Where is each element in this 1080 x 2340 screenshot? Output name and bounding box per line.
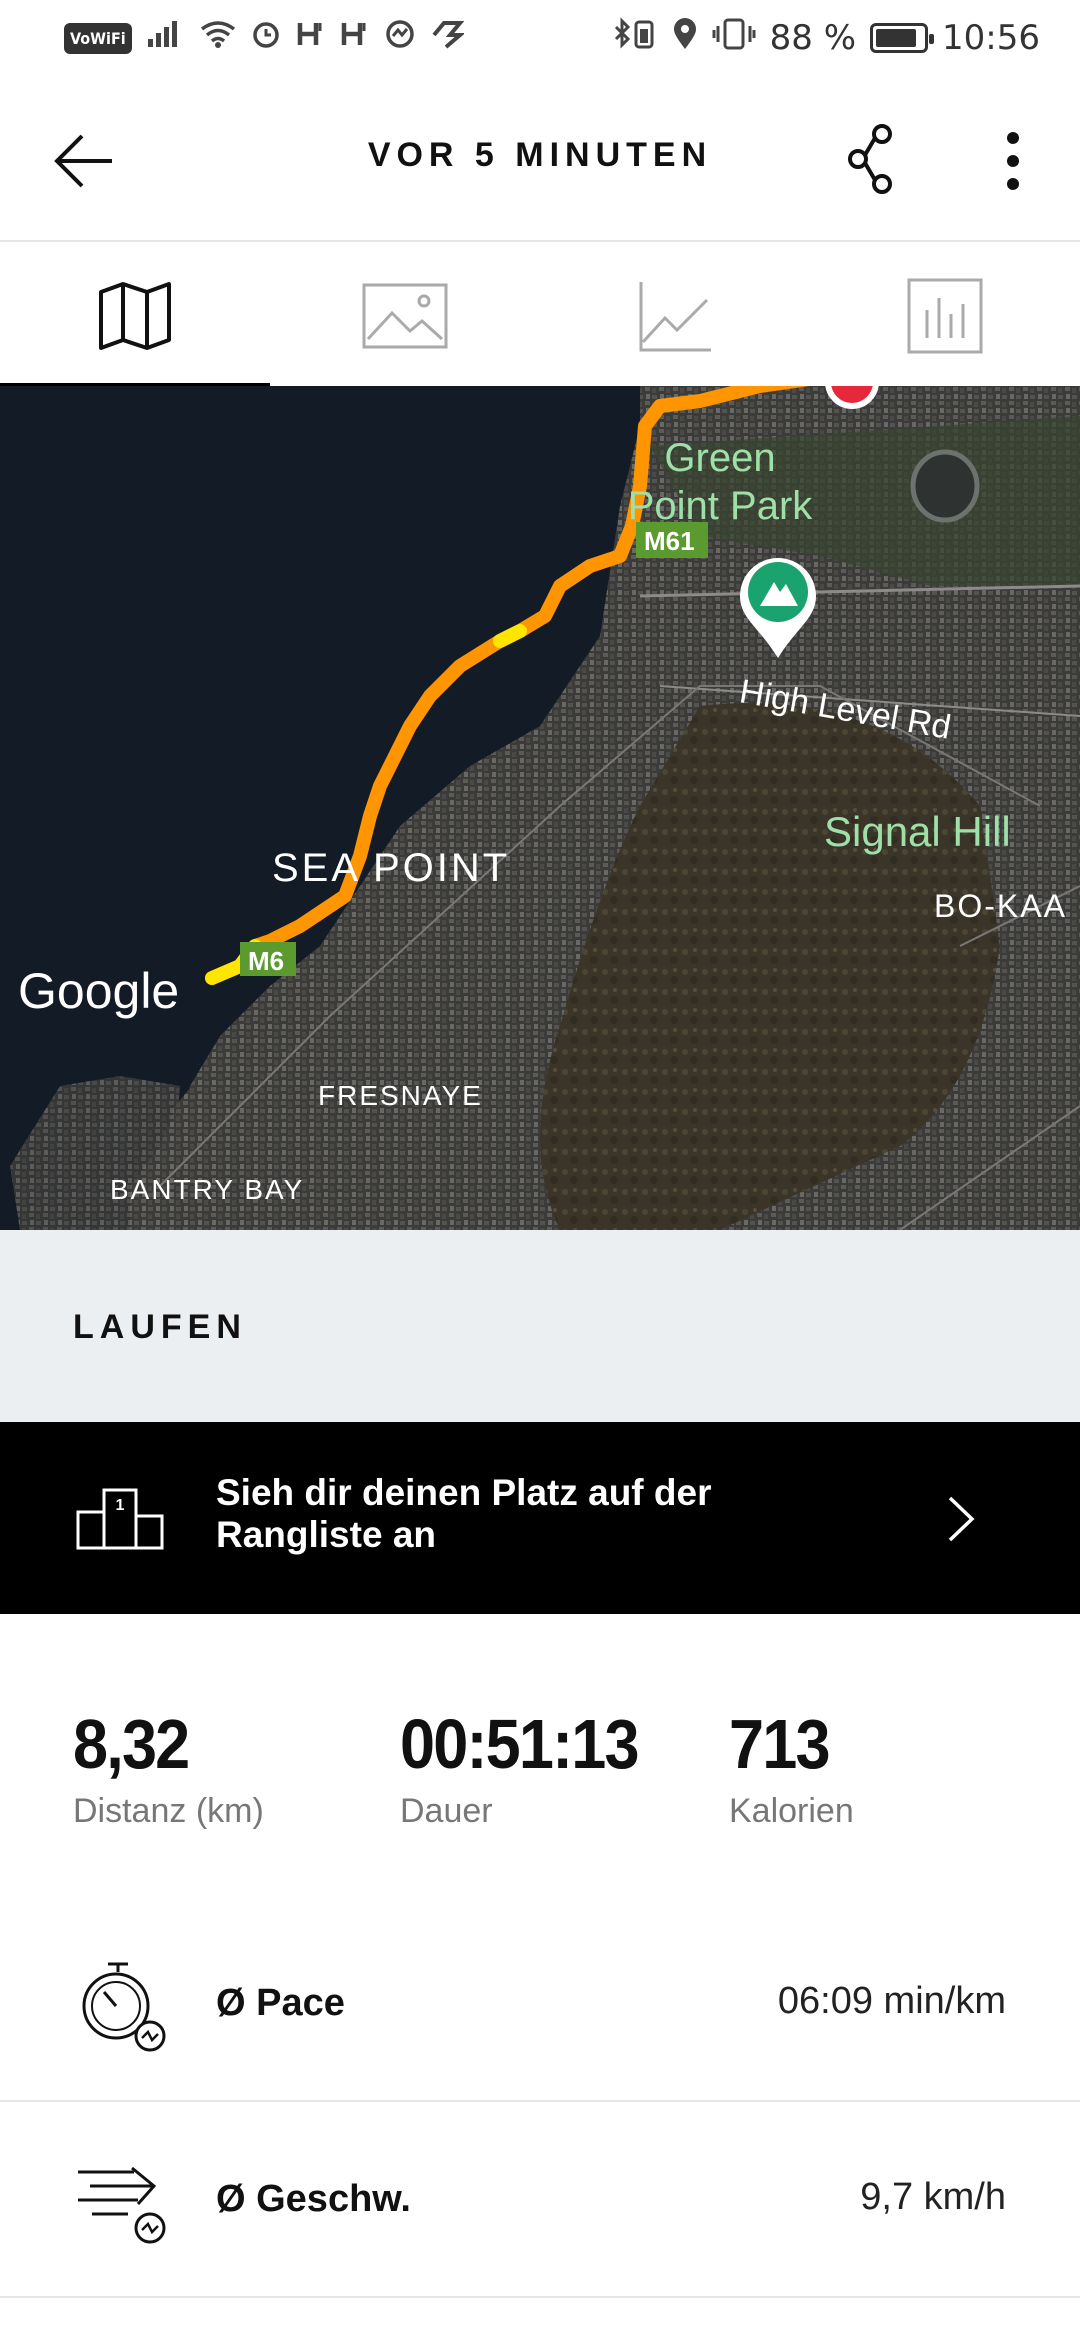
app-bar: VOR 5 MINUTEN <box>0 76 1080 242</box>
stat-duration-value: 00:51:13 <box>400 1705 640 1783</box>
stat-distance: 8,32 Distanz (km) <box>73 1704 264 1831</box>
stopwatch-pace-icon <box>82 1962 166 2052</box>
activity-type-label: LAUFEN <box>73 1308 247 1346</box>
stat-duration-label: Dauer <box>400 1792 493 1830</box>
map-label-green-line2: Point Park <box>627 484 813 528</box>
leaderboard-text: Sieh dir deinen Platz auf der Rangliste … <box>216 1472 712 1555</box>
activity-type-header: LAUFEN <box>0 1230 1080 1422</box>
tab-map[interactable] <box>0 244 270 388</box>
map-label-m61: M61 <box>644 526 695 556</box>
app-notification-icon <box>384 18 416 58</box>
chevron-right-icon <box>948 1496 975 1542</box>
stat-duration: 00:51:13 Dauer <box>400 1704 664 1831</box>
map-icon <box>99 282 171 350</box>
map-label-green-point-park: Green Point Park <box>620 434 820 530</box>
status-bar-right: 88 % 10:56 <box>612 16 1040 60</box>
battery-fill <box>876 29 917 47</box>
map-label-bo-kaap: BO-KAA <box>934 888 1067 924</box>
metric-row-speed[interactable]: Ø Geschw. 9,7 km/h <box>0 2102 1080 2298</box>
metric-pace-label: Ø Pace <box>216 1982 345 2024</box>
image-icon <box>362 283 448 349</box>
tab-photos[interactable] <box>270 244 540 388</box>
more-options-button[interactable] <box>998 126 1028 196</box>
location-icon <box>672 17 698 60</box>
bluetooth-battery-icon <box>612 16 658 60</box>
metric-speed-value: 9,7 km/h <box>860 2176 1006 2218</box>
tab-graph[interactable] <box>540 244 810 388</box>
clock: 10:56 <box>942 18 1040 58</box>
network-h-icon-2 <box>340 19 370 57</box>
map-label-fresnaye: FRESNAYE <box>318 1080 483 1111</box>
metric-row-pace[interactable]: Ø Pace 06:09 min/km <box>0 1906 1080 2102</box>
route-map[interactable]: Green Point Park M61 High Level Rd Signa… <box>0 386 1080 1230</box>
stat-calories-label: Kalorien <box>729 1792 854 1830</box>
status-bar: VoWiFi 88 % 10:56 <box>0 0 1080 76</box>
map-label-green-line1: Green <box>664 436 776 480</box>
vowifi-icon: VoWiFi <box>64 22 132 54</box>
fitness-app-icon <box>430 19 466 57</box>
map-label-signal-hill: Signal Hill <box>824 808 1011 855</box>
google-logo: Google <box>18 963 180 1019</box>
stat-calories-value: 713 <box>729 1705 831 1783</box>
leaderboard-banner[interactable]: 1 Sieh dir deinen Platz auf der Ranglist… <box>0 1422 1080 1614</box>
stat-distance-value: 8,32 <box>73 1705 190 1783</box>
battery-percent: 88 % <box>769 18 857 58</box>
map-label-bantry-bay: BANTRY BAY <box>110 1174 305 1205</box>
bar-chart-icon <box>907 278 983 354</box>
vibrate-icon <box>712 17 756 60</box>
wifi-icon <box>200 19 236 57</box>
stat-distance-label: Distanz (km) <box>73 1792 264 1830</box>
map-label-sea-point: SEA POINT <box>272 846 511 890</box>
network-h-icon <box>296 19 326 57</box>
signal-icon <box>146 19 186 57</box>
page-title: VOR 5 MINUTEN <box>367 136 713 174</box>
share-button[interactable] <box>848 124 898 194</box>
line-chart-icon <box>639 282 711 352</box>
speed-lines-icon <box>78 2166 166 2244</box>
status-bar-left: VoWiFi <box>64 18 466 58</box>
map-label-m6: M6 <box>248 946 285 976</box>
summary-stats: 8,32 Distanz (km) 00:51:13 Dauer 713 Kal… <box>0 1614 1080 1906</box>
alarm-icon <box>250 18 282 58</box>
podium-icon: 1 <box>76 1488 164 1550</box>
tab-stats[interactable] <box>810 244 1080 388</box>
metric-pace-value: 06:09 min/km <box>777 1980 1006 2022</box>
stat-calories: 713 Kalorien <box>729 1704 854 1831</box>
tab-bar <box>0 244 1080 388</box>
podium-rank-badge: 1 <box>116 1497 125 1514</box>
share-icon <box>848 124 892 194</box>
more-vertical-icon <box>1007 132 1019 190</box>
battery-icon <box>870 23 935 53</box>
metric-speed-label: Ø Geschw. <box>216 2178 411 2220</box>
